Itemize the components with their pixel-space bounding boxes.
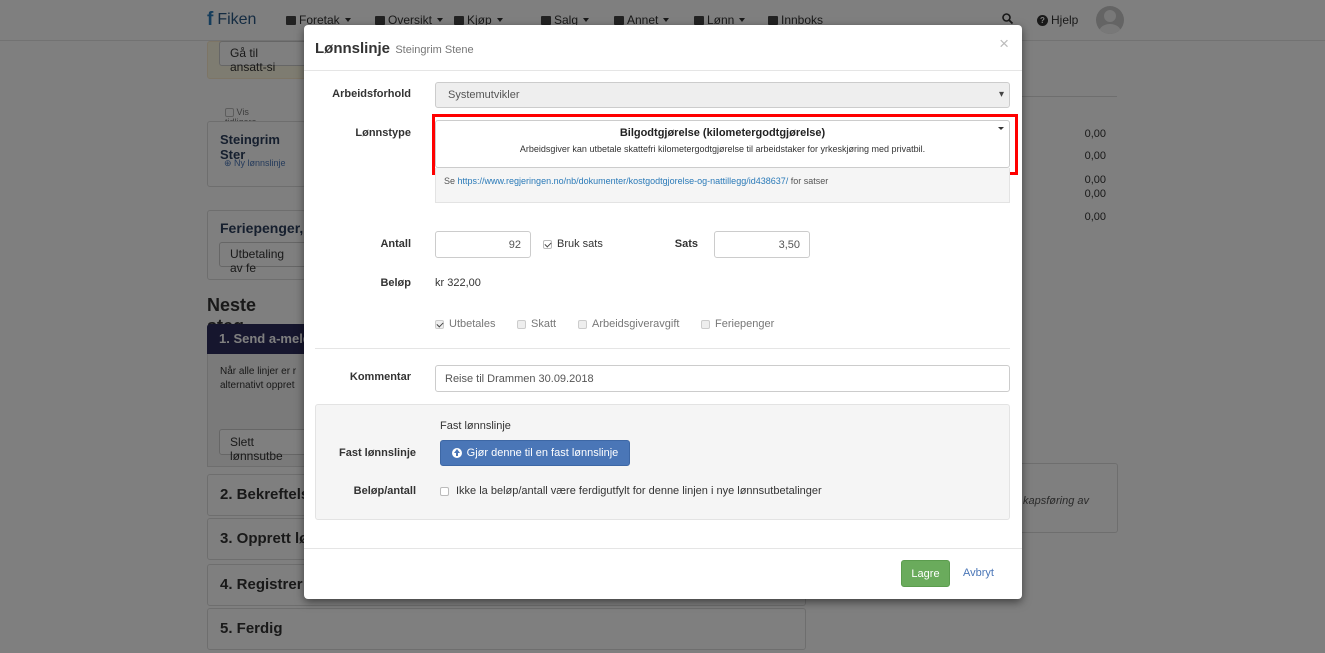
flag-utbetales: Utbetales [435, 318, 495, 330]
modal-footer: Lagre Avbryt [304, 548, 1022, 599]
checkbox-checked-icon [543, 239, 552, 249]
flag-feriepenger: Feriepenger [701, 318, 774, 330]
divider [315, 348, 1010, 349]
belop-label: Beløp [380, 277, 411, 289]
no-prefill-checkbox[interactable]: Ikke la beløp/antall være ferdigutfylt f… [440, 485, 822, 497]
fast-lonnslinje-label: Fast lønnslinje [338, 447, 416, 459]
close-icon[interactable]: × [999, 34, 1009, 54]
fast-lonnslinje-header: Fast lønnslinje [440, 420, 511, 432]
belop-antall-label: Beløp/antall [353, 485, 416, 497]
flag-skatt: Skatt [517, 318, 556, 330]
select-arrow-icon: ▾ [998, 89, 1004, 100]
lonnslinje-modal: Lønnslinje Steingrim Stene × Arbeidsforh… [304, 25, 1022, 599]
save-button[interactable]: Lagre [901, 560, 950, 587]
bruk-sats-checkbox[interactable]: Bruk sats [543, 238, 603, 250]
modal-subtitle: Steingrim Stene [395, 44, 474, 56]
sats-label: Sats [674, 238, 698, 250]
highlight-box [432, 114, 1018, 175]
checkbox-icon [701, 319, 710, 329]
rates-hint: Se https://www.regjeringen.no/nb/dokumen… [435, 168, 1010, 203]
lonnstype-label: Lønnstype [355, 127, 411, 139]
kommentar-label: Kommentar [349, 371, 411, 383]
make-fixed-line-button[interactable]: Gjør denne til en fast lønnslinje [440, 440, 630, 466]
checkbox-checked-icon [435, 319, 444, 329]
fast-lonnslinje-well: Fast lønnslinje Fast lønnslinje Gjør den… [315, 404, 1010, 520]
checkbox-icon [578, 319, 587, 329]
cancel-button[interactable]: Avbryt [963, 567, 994, 579]
arbeidsforhold-label: Arbeidsforhold [332, 88, 411, 100]
belop-value: kr 322,00 [435, 277, 481, 289]
checkbox-icon [517, 319, 526, 329]
flag-arbeidsgiveravgift: Arbeidsgiveravgift [578, 318, 679, 330]
modal-title: Lønnslinje [315, 40, 390, 57]
kommentar-input[interactable]: Reise til Drammen 30.09.2018 [435, 365, 1010, 392]
sats-input[interactable]: 3,50 [714, 231, 810, 258]
rates-link[interactable]: https://www.regjeringen.no/nb/dokumenter… [458, 176, 789, 186]
arbeidsforhold-select[interactable]: Systemutvikler ▾ [435, 82, 1010, 108]
checkbox-icon [440, 486, 449, 496]
antall-label: Antall [380, 238, 411, 250]
modal-header: Lønnslinje Steingrim Stene × [304, 25, 1022, 71]
arrow-up-circle-icon [451, 448, 462, 458]
antall-input[interactable]: 92 [435, 231, 531, 258]
